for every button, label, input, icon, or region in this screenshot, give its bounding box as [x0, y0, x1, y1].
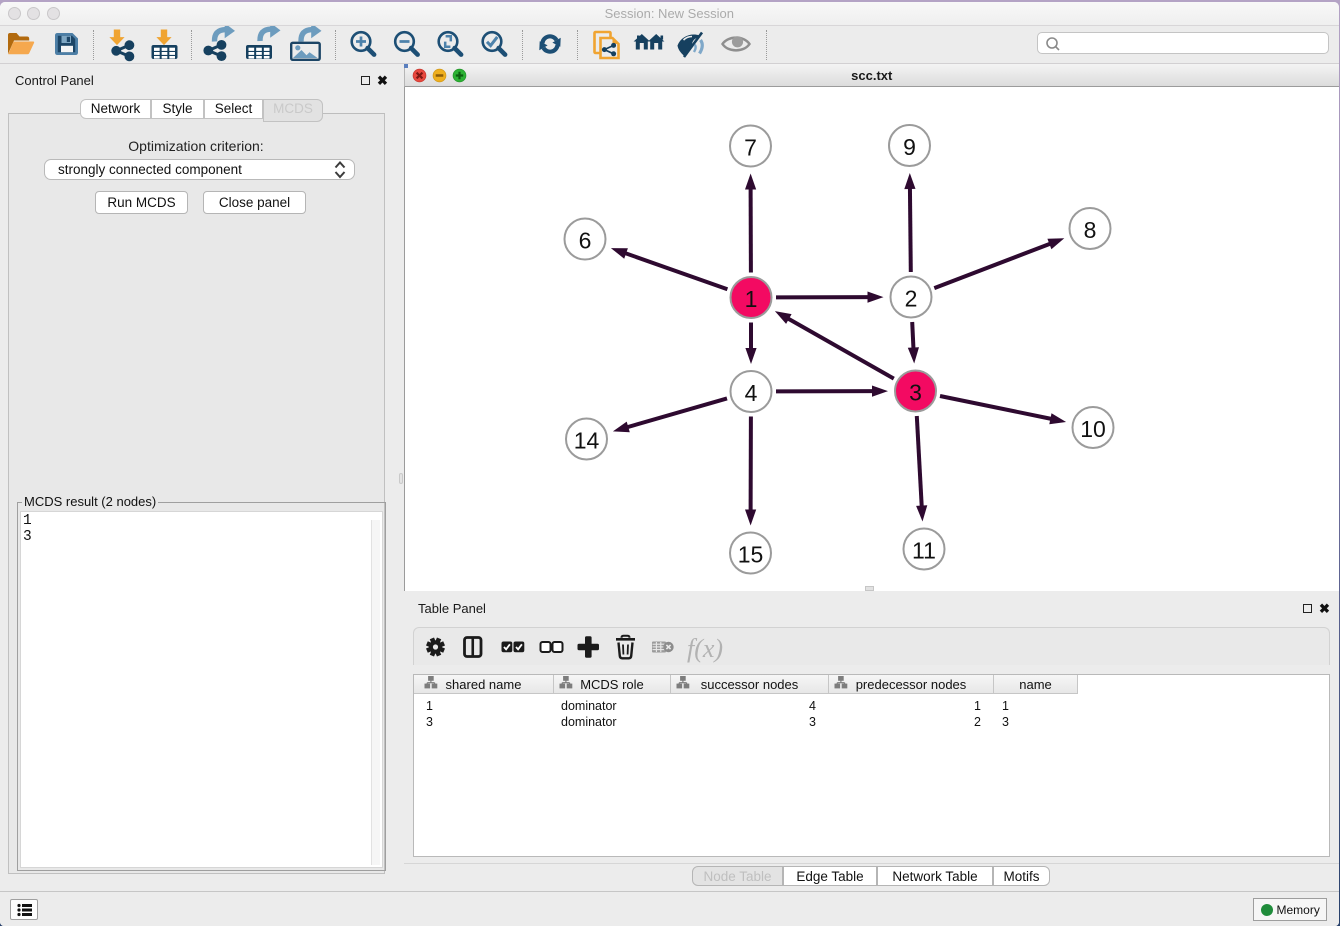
svg-text:8: 8 [1084, 217, 1097, 243]
svg-text:9: 9 [903, 134, 916, 160]
svg-text:15: 15 [738, 542, 764, 568]
svg-text:10: 10 [1080, 416, 1106, 442]
svg-text:1: 1 [745, 286, 758, 312]
svg-text:4: 4 [745, 380, 758, 406]
svg-text:11: 11 [912, 538, 936, 564]
svg-text:3: 3 [909, 380, 922, 406]
svg-text:14: 14 [574, 428, 600, 454]
svg-text:7: 7 [744, 135, 757, 161]
svg-text:6: 6 [579, 228, 592, 254]
svg-text:2: 2 [905, 286, 918, 312]
